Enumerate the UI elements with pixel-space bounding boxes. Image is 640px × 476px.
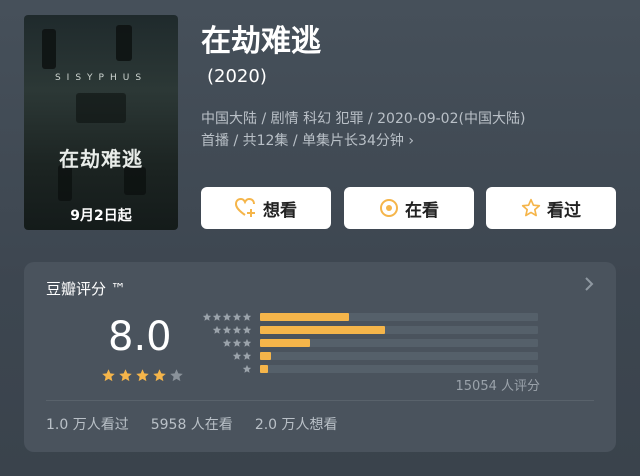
- distribution-bar: [260, 352, 272, 360]
- watch-stats: 1.0 万人看过 5958 人在看 2.0 万人想看: [46, 414, 338, 434]
- page-title: 在劫难逃: [201, 24, 321, 59]
- distribution-bar-track: [260, 352, 538, 360]
- distribution-bar-track: [260, 326, 538, 334]
- star-small-icon: [202, 312, 212, 321]
- poster-cn-title: 在劫难逃: [59, 147, 143, 171]
- divider: [46, 400, 594, 401]
- poster-figure: [116, 25, 132, 61]
- watched-button[interactable]: 看过: [486, 187, 616, 229]
- star-small-icon: [232, 325, 242, 334]
- stat-watched[interactable]: 1.0 万人看过: [46, 414, 129, 434]
- distribution-stars: [194, 312, 252, 322]
- star-small-icon: [242, 325, 252, 334]
- rating-card[interactable]: 豆瓣评分 ™ 8.0 15054 人评分 1.0 万人看过 5958 人在看 2…: [24, 262, 616, 452]
- stat-want[interactable]: 2.0 万人想看: [255, 414, 338, 434]
- distribution-bar-track: [260, 313, 538, 321]
- distribution-bar: [260, 339, 311, 347]
- movie-meta[interactable]: 中国大陆 / 剧情 科幻 犯罪 / 2020-09-02(中国大陆) 首播 / …: [201, 108, 611, 152]
- distribution-bar-track: [260, 365, 538, 373]
- watching-label: 在看: [405, 200, 439, 221]
- star-small-icon: [232, 351, 242, 360]
- meta-line-1: 中国大陆 / 剧情 科幻 犯罪 / 2020-09-02(中国大陆): [201, 111, 526, 127]
- star-small-icon: [212, 325, 222, 334]
- stat-watching[interactable]: 5958 人在看: [151, 414, 233, 434]
- star-small-icon: [222, 312, 232, 321]
- distribution-bar-track: [260, 339, 538, 347]
- star-small-icon: [242, 338, 252, 347]
- rating-title: 豆瓣评分 ™: [46, 280, 126, 298]
- want-label: 想看: [263, 200, 297, 221]
- star-small-icon: [242, 312, 252, 321]
- want-button[interactable]: 想看: [201, 187, 331, 229]
- poster-release-note: 9月2日起: [70, 208, 132, 224]
- distribution-bar: [260, 326, 386, 334]
- chevron-right-icon[interactable]: [584, 276, 594, 292]
- star-small-icon: [242, 364, 252, 373]
- star-small-icon: [222, 338, 232, 347]
- eye-circle-icon: [380, 199, 398, 217]
- star-small-icon: [242, 351, 252, 360]
- watched-label: 看过: [547, 200, 581, 221]
- watching-button[interactable]: 在看: [344, 187, 474, 229]
- poster-figure: [42, 29, 56, 69]
- star-outline-icon: [521, 198, 541, 217]
- distribution-stars: [194, 351, 252, 361]
- distribution-bar: [260, 313, 349, 321]
- star-small-icon: [232, 338, 242, 347]
- release-year: (2020): [207, 66, 267, 87]
- star-filled-icon: [119, 369, 132, 382]
- star-small-icon: [212, 312, 222, 321]
- star-small-icon: [222, 325, 232, 334]
- poster-en-title: SISYPHUS: [54, 73, 148, 83]
- raters-count: 15054 人评分: [455, 379, 541, 394]
- heart-plus-icon: [235, 198, 255, 217]
- star-small-icon: [232, 312, 242, 321]
- star-filled-icon: [136, 369, 149, 382]
- distribution-stars: [194, 325, 252, 335]
- rating-score: 8.0: [108, 314, 172, 360]
- star-filled-icon: [102, 369, 115, 382]
- meta-line-2: 首播 / 共12集 / 单集片长34分钟 ›: [201, 133, 414, 149]
- poster-figure: [76, 93, 126, 123]
- star-filled-icon: [153, 369, 166, 382]
- distribution-stars: [194, 364, 252, 374]
- distribution-bar: [260, 365, 269, 373]
- poster-image[interactable]: SISYPHUS 在劫难逃 9月2日起: [24, 15, 178, 230]
- star-empty-icon: [170, 369, 183, 382]
- score-stars: [101, 368, 184, 383]
- distribution-stars: [194, 338, 252, 348]
